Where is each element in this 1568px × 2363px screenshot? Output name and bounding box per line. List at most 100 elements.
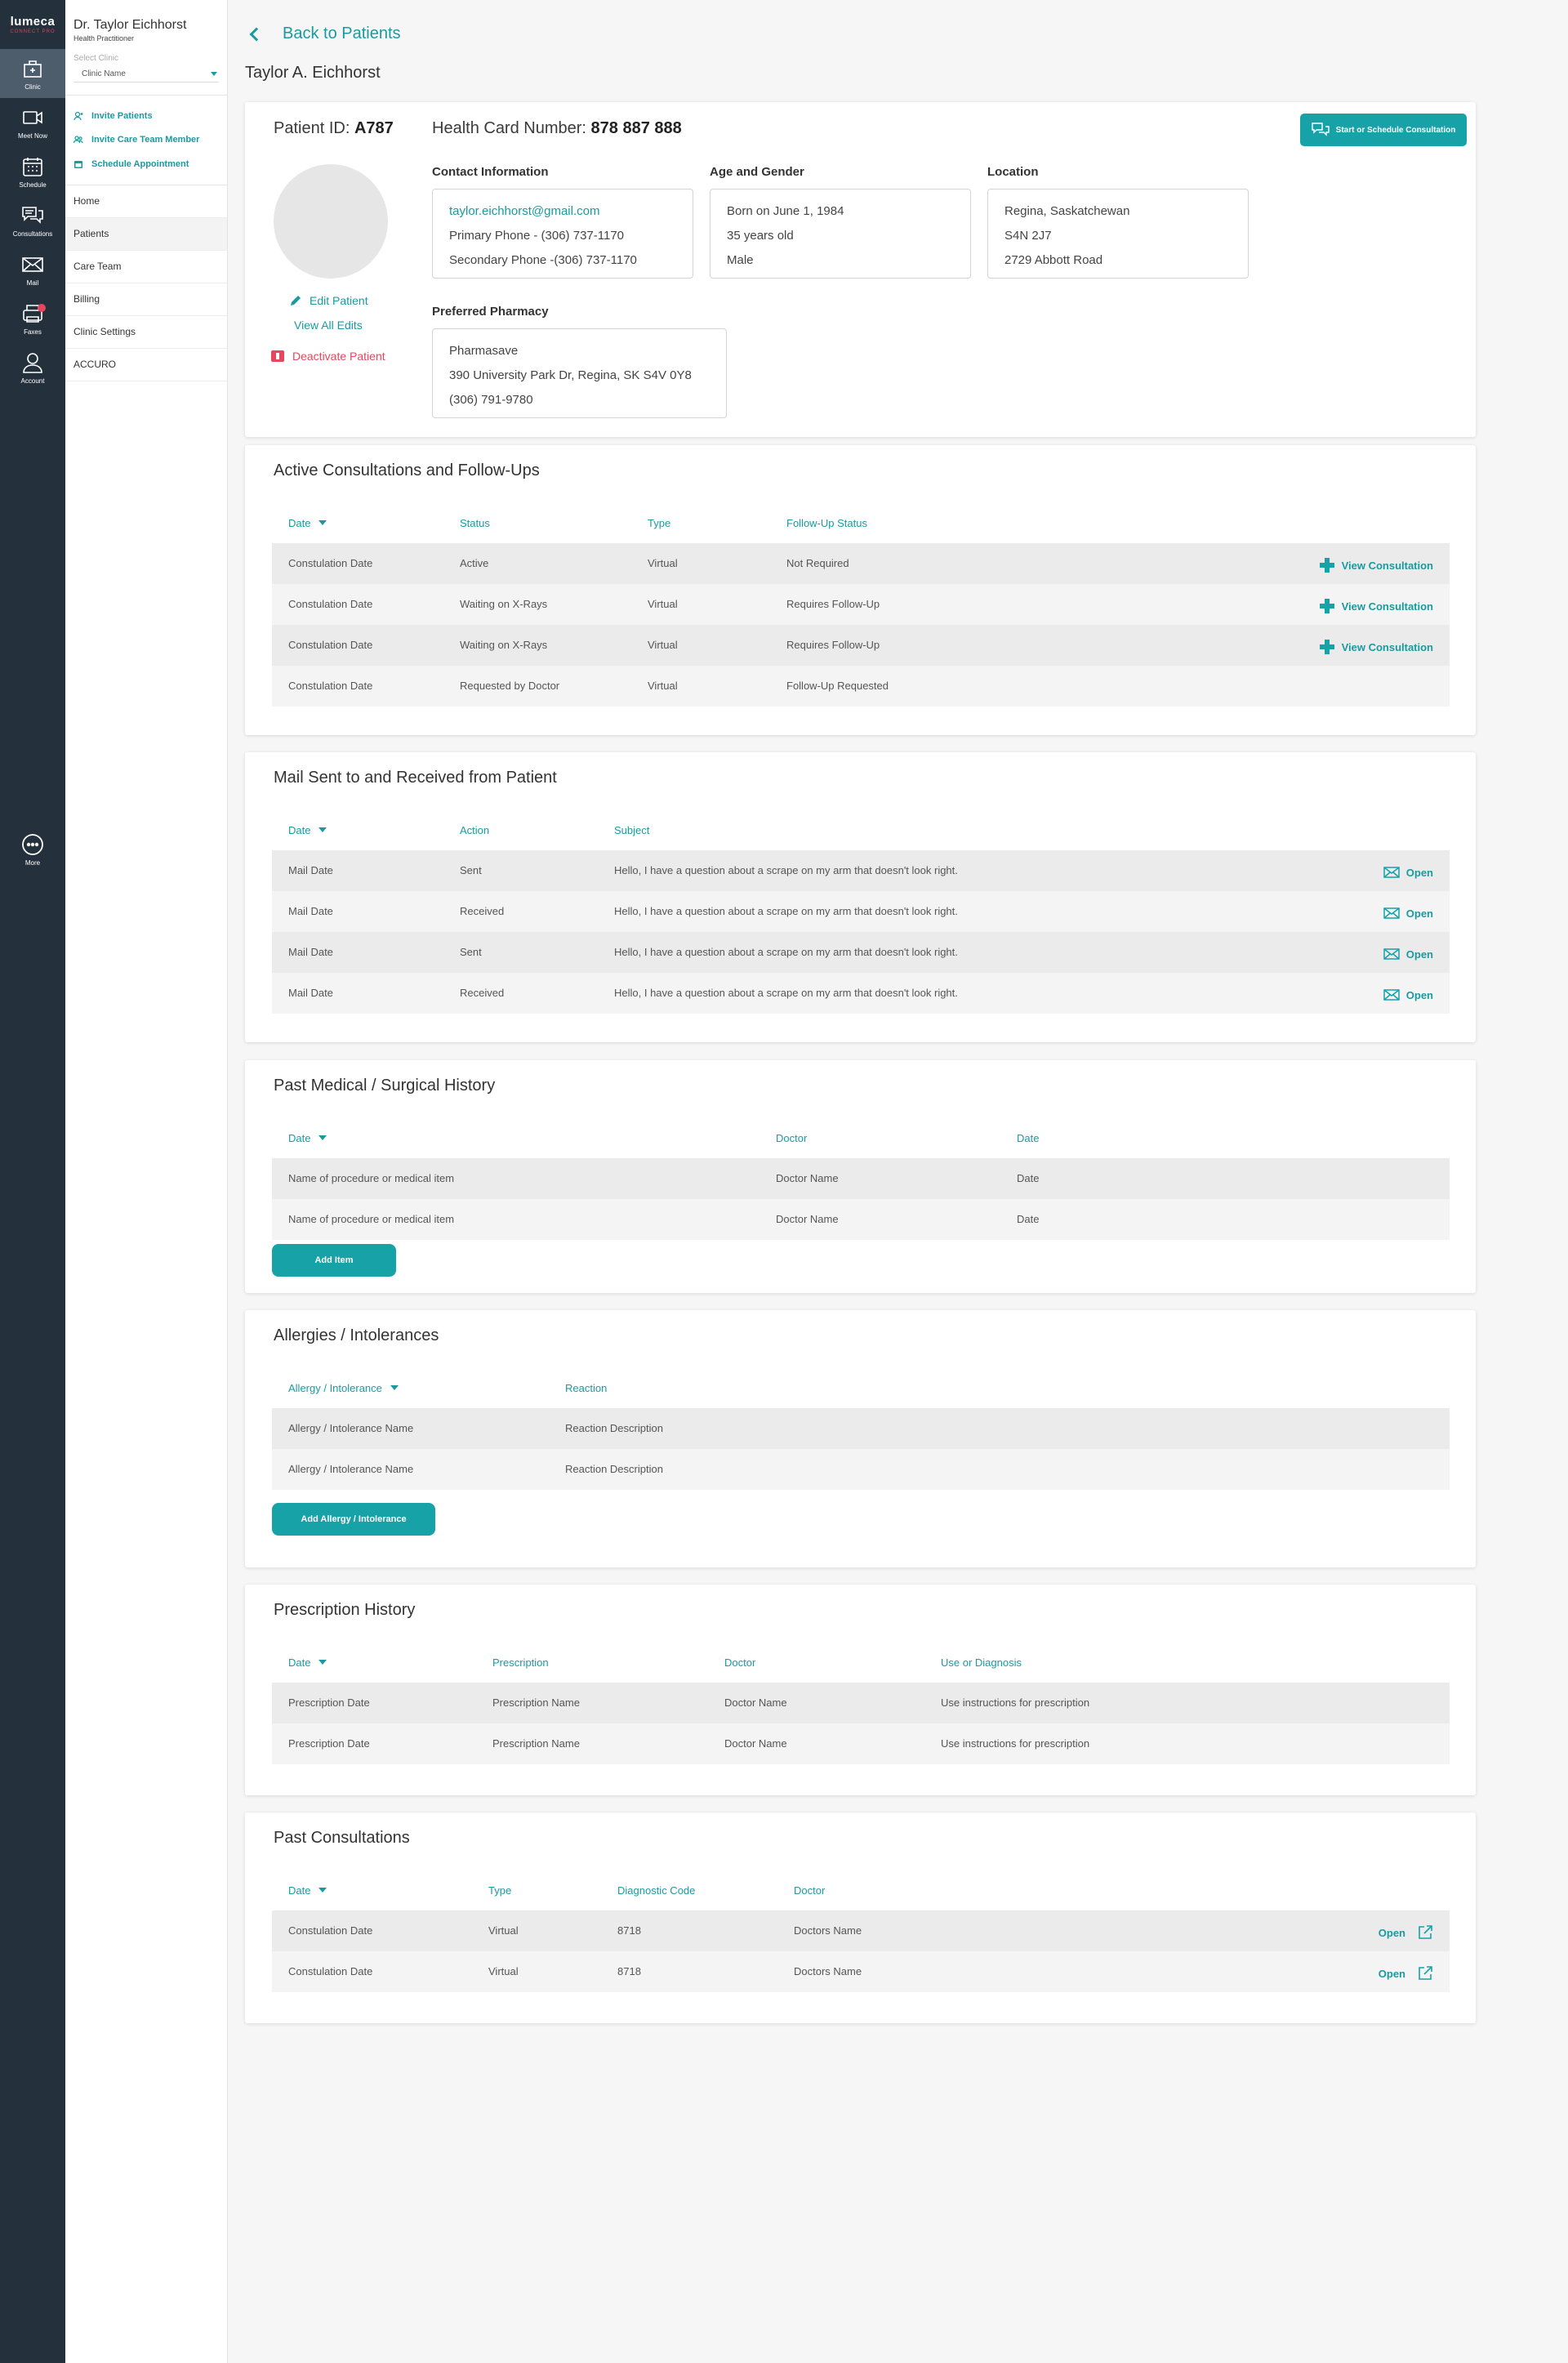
email-link[interactable]: taylor.eichhorst@gmail.com xyxy=(449,199,693,224)
section-title: Prescription History xyxy=(274,1601,416,1619)
start-consultation-button[interactable]: Start or Schedule Consultation xyxy=(1300,114,1467,146)
rail-item-clinic[interactable]: Clinic xyxy=(0,49,65,98)
table-row: Name of procedure or medical item Doctor … xyxy=(272,1158,1450,1199)
pencil-icon xyxy=(291,296,301,305)
mail-icon xyxy=(22,257,43,272)
patient-id-value: A787 xyxy=(354,119,394,137)
rail-item-mail[interactable]: Mail xyxy=(0,245,65,294)
table-header: Allergy / Intolerance Reaction xyxy=(272,1367,1450,1408)
sidebar-item-patients[interactable]: Patients xyxy=(65,217,227,251)
open-mail-link[interactable]: Open xyxy=(1383,905,1433,921)
cell-item: Name of procedure or medical item xyxy=(288,1213,455,1225)
add-item-button[interactable]: Add Item xyxy=(272,1244,396,1277)
open-mail-link[interactable]: Open xyxy=(1383,864,1433,881)
sort-date-header[interactable]: Date xyxy=(288,1132,327,1144)
pharmacy-box: Pharmasave 390 University Park Dr, Regin… xyxy=(432,328,727,418)
cell-name: Allergy / Intolerance Name xyxy=(288,1422,414,1434)
header-follow-up: Follow-Up Status xyxy=(786,516,867,529)
table-header: Date Type Diagnostic Code Doctor xyxy=(272,1870,1450,1910)
table-header: Date Status Type Follow-Up Status xyxy=(272,502,1450,543)
section-title: Allergies / Intolerances xyxy=(274,1326,439,1344)
age: 35 years old xyxy=(727,229,794,243)
table-row: Constulation Date Requested by Doctor Virt… xyxy=(272,666,1450,707)
section-title: Past Consultations xyxy=(274,1829,410,1847)
cell-date: Prescription Date xyxy=(288,1737,370,1750)
header-date: Date xyxy=(1017,1131,1040,1144)
sidebar-nav: Home Patients Care Team Billing Clinic S… xyxy=(65,184,227,381)
table-row: Name of procedure or medical item Doctor … xyxy=(272,1199,1450,1240)
prescription-table: Date Prescription Doctor Use or Diagnosi… xyxy=(272,1642,1450,1764)
rail-label: More xyxy=(24,859,41,867)
table-header: Date Prescription Doctor Use or Diagnosi… xyxy=(272,1642,1450,1683)
open-consultation-link[interactable]: Open xyxy=(1379,1965,1433,1982)
add-allergy-button[interactable]: Add Allergy / Intolerance xyxy=(272,1503,435,1536)
rail-label: Mail xyxy=(26,279,39,287)
hcn-label: Health Card Number: xyxy=(432,119,586,137)
sidebar-item-billing[interactable]: Billing xyxy=(65,283,227,316)
sidebar-item-clinic-settings[interactable]: Clinic Settings xyxy=(65,316,227,349)
cell-type: Virtual xyxy=(648,557,678,569)
sort-allergy-header[interactable]: Allergy / Intolerance xyxy=(288,1382,399,1394)
sort-date-header[interactable]: Date xyxy=(288,517,327,529)
active-consultations-card: Active Consultations and Follow-Ups Date… xyxy=(245,445,1476,735)
past-consultations-card: Past Consultations Date Type Diagnostic … xyxy=(245,1812,1476,2023)
pharmacy-heading: Preferred Pharmacy xyxy=(432,305,549,319)
patient-id-label: Patient ID: xyxy=(274,119,350,137)
mail-card: Mail Sent to and Received from Patient D… xyxy=(245,752,1476,1042)
envelope-icon xyxy=(1383,989,1400,1001)
table-row: Allergy / Intolerance Name Reaction Descr… xyxy=(272,1449,1450,1490)
section-title: Past Medical / Surgical History xyxy=(274,1077,496,1095)
invite-care-team-link[interactable]: Invite Care Team Member xyxy=(74,128,227,153)
deactivate-patient-link[interactable]: Deactivate Patient xyxy=(271,350,385,363)
button-label: Start or Schedule Consultation xyxy=(1335,125,1456,135)
cell-date: Constulation Date xyxy=(288,598,373,610)
consultations-table: Date Status Type Follow-Up Status Constu… xyxy=(272,502,1450,707)
contact-info-box: taylor.eichhorst@gmail.com Primary Phone… xyxy=(432,189,693,279)
brand-logo[interactable]: lumeca CONNECT PRO xyxy=(0,0,65,49)
edit-patient-link[interactable]: Edit Patient xyxy=(290,294,368,307)
sort-date-header[interactable]: Date xyxy=(288,1656,327,1669)
back-to-patients-link[interactable]: Back to Patients xyxy=(245,25,401,43)
envelope-icon xyxy=(1383,867,1400,878)
cell-follow: Not Required xyxy=(786,557,849,569)
divider xyxy=(65,87,227,96)
header-action: Action xyxy=(460,823,490,836)
external-link-icon xyxy=(1419,1966,1432,1980)
rail-item-schedule[interactable]: Schedule xyxy=(0,147,65,196)
caret-down-icon xyxy=(318,1888,327,1893)
cell-use: Use instructions for prescription xyxy=(941,1696,1090,1709)
sidebar-item-care-team[interactable]: Care Team xyxy=(65,251,227,283)
header-reaction: Reaction xyxy=(565,1381,608,1394)
schedule-appointment-link[interactable]: Schedule Appointment xyxy=(74,152,227,176)
cell-status: Active xyxy=(460,557,489,569)
invite-patients-link[interactable]: Invite Patients xyxy=(74,104,227,128)
birth-date: Born on June 1, 1984 xyxy=(727,204,844,218)
open-mail-link[interactable]: Open xyxy=(1383,946,1433,962)
rail-label: Schedule xyxy=(19,181,47,189)
open-mail-link[interactable]: Open xyxy=(1383,987,1433,1003)
action-label: Open xyxy=(1405,947,1433,961)
cell-subject: Hello, I have a question about a scrape … xyxy=(614,946,958,958)
rail-item-faxes[interactable]: Faxes xyxy=(0,294,65,343)
avatar xyxy=(274,164,388,279)
sidebar-item-home[interactable]: Home xyxy=(65,185,227,218)
sort-date-header[interactable]: Date xyxy=(288,824,327,836)
view-all-edits-link[interactable]: View All Edits xyxy=(294,319,363,332)
clinic-select[interactable]: Clinic Name xyxy=(74,66,219,82)
link-label: Invite Care Team Member xyxy=(91,135,200,145)
cell-action: Sent xyxy=(460,946,482,958)
rail-item-account[interactable]: Account xyxy=(0,343,65,392)
view-consultation-link[interactable]: View Consultation xyxy=(1319,598,1433,614)
view-consultation-link[interactable]: View Consultation xyxy=(1319,639,1433,655)
view-consultation-link[interactable]: View Consultation xyxy=(1319,557,1433,573)
rail-item-meet-now[interactable]: Meet Now xyxy=(0,98,65,147)
rail-item-more[interactable]: More xyxy=(0,825,65,874)
rail-item-consultations[interactable]: Consultations xyxy=(0,196,65,245)
sidebar-item-accuro[interactable]: ACCURO xyxy=(65,349,227,381)
open-consultation-link[interactable]: Open xyxy=(1379,1924,1433,1941)
allergies-card: Allergies / Intolerances Allergy / Intol… xyxy=(245,1310,1476,1567)
header-prescription: Prescription xyxy=(492,1656,549,1669)
cell-action: Received xyxy=(460,905,505,917)
sort-date-header[interactable]: Date xyxy=(288,1884,327,1897)
link-label: Edit Patient xyxy=(310,294,368,307)
